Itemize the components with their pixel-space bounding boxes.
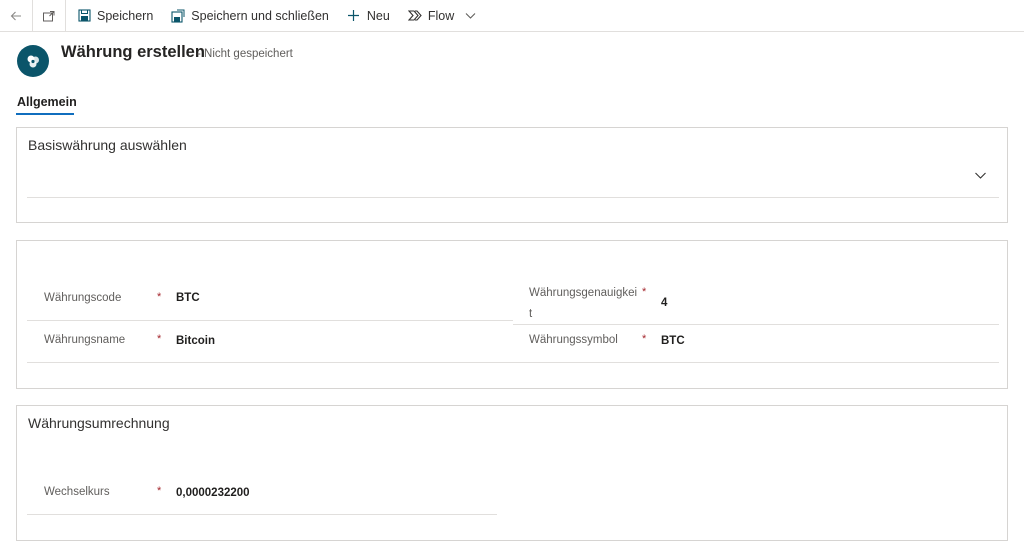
flow-icon bbox=[407, 9, 422, 23]
save-icon bbox=[77, 9, 91, 23]
currency-symbol-label: Währungssymbol bbox=[529, 334, 618, 346]
currency-details-section: Währungscode * BTC Währungsname * Bitcoi… bbox=[16, 240, 1008, 389]
required-marker: * bbox=[157, 485, 162, 497]
required-marker: * bbox=[642, 286, 647, 298]
separator bbox=[65, 0, 66, 32]
save-status: - Nicht gespeichert bbox=[197, 48, 293, 60]
new-button[interactable]: Neu bbox=[338, 0, 399, 32]
currency-conversion-title: Währungsumrechnung bbox=[28, 415, 170, 431]
currency-precision-label: Währungsgenauigkei t bbox=[529, 285, 637, 323]
base-currency-title: Basiswährung auswählen bbox=[28, 137, 187, 153]
save-and-close-button[interactable]: Speichern und schließen bbox=[162, 0, 338, 32]
field-divider bbox=[513, 324, 999, 325]
exchange-rate-input[interactable]: 0,0000232200 bbox=[176, 487, 250, 499]
field-divider bbox=[27, 362, 513, 363]
field-divider bbox=[513, 362, 999, 363]
currency-precision-label-line2: t bbox=[529, 308, 533, 320]
dropdown-underline bbox=[27, 197, 999, 198]
flow-button[interactable]: Flow bbox=[399, 0, 463, 32]
currency-symbol-input[interactable]: BTC bbox=[661, 335, 685, 347]
required-marker: * bbox=[157, 333, 162, 345]
command-bar: Speichern Speichern und schließen Neu Fl… bbox=[0, 0, 1024, 32]
chevron-down-icon bbox=[465, 13, 476, 19]
flow-dropdown-button[interactable] bbox=[455, 0, 482, 32]
save-and-close-icon bbox=[171, 9, 185, 23]
required-marker: * bbox=[157, 291, 162, 303]
open-in-new-window-button[interactable] bbox=[33, 0, 65, 32]
back-arrow-icon bbox=[10, 11, 21, 20]
base-currency-section: Basiswährung auswählen bbox=[16, 127, 1008, 223]
base-currency-dropdown[interactable] bbox=[27, 164, 999, 194]
currency-precision-input[interactable]: 4 bbox=[661, 297, 667, 309]
active-tab-indicator bbox=[16, 113, 74, 115]
currency-conversion-section: Währungsumrechnung Wechselkurs * 0,00002… bbox=[16, 405, 1008, 541]
currency-name-label: Währungsname bbox=[44, 334, 126, 346]
new-label: Neu bbox=[366, 8, 390, 23]
entity-avatar bbox=[17, 45, 49, 77]
currency-icon bbox=[27, 55, 39, 68]
currency-code-input[interactable]: BTC bbox=[176, 292, 200, 304]
tab-allgemein[interactable]: Allgemein bbox=[17, 95, 77, 109]
flow-label: Flow bbox=[427, 8, 455, 23]
chevron-down-icon bbox=[975, 172, 986, 179]
currency-code-label: Währungscode bbox=[44, 292, 122, 304]
required-marker: * bbox=[642, 333, 647, 345]
page-title: Währung erstellen bbox=[61, 43, 205, 61]
open-in-new-window-icon bbox=[43, 10, 55, 21]
currency-precision-label-line1: Währungsgenauigkei bbox=[529, 287, 638, 299]
save-label: Speichern bbox=[97, 8, 154, 23]
save-and-close-label: Speichern und schließen bbox=[191, 8, 329, 23]
save-button[interactable]: Speichern bbox=[68, 0, 162, 32]
back-button[interactable] bbox=[0, 0, 32, 32]
plus-icon bbox=[347, 9, 361, 23]
currency-name-input[interactable]: Bitcoin bbox=[176, 335, 215, 347]
field-divider bbox=[27, 514, 497, 515]
field-divider bbox=[27, 320, 513, 321]
exchange-rate-label: Wechselkurs bbox=[44, 486, 110, 498]
